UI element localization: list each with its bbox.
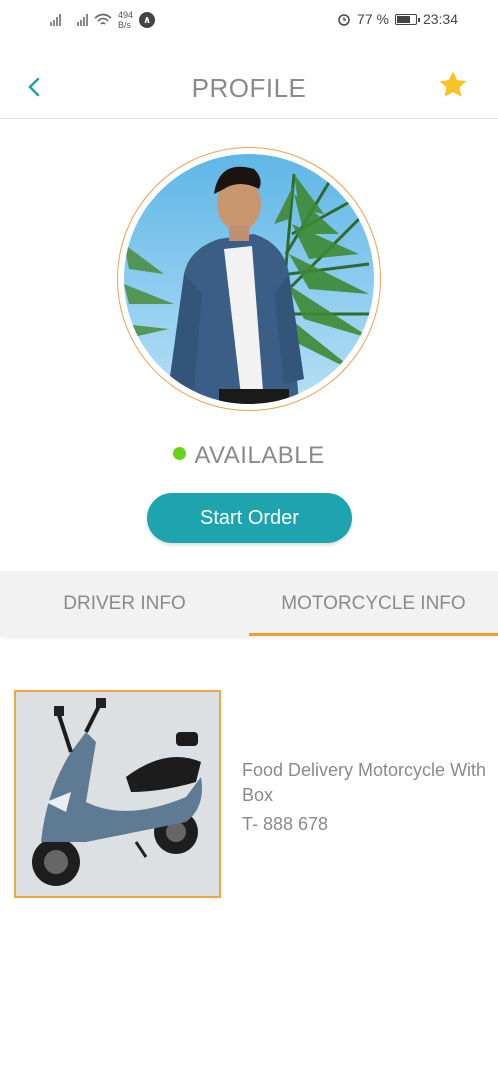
battery-fill: [396, 15, 411, 23]
tab-driver-info[interactable]: DRIVER INFO: [0, 571, 249, 636]
start-order-button[interactable]: Start Order: [147, 493, 352, 543]
vehicle-name: Food Delivery Motorcycle With Box: [242, 760, 487, 805]
signal-icon: [50, 14, 61, 26]
avatar: [124, 154, 374, 404]
avatar-frame: [117, 147, 381, 411]
tab-motorcycle-info[interactable]: MOTORCYCLE INFO: [249, 571, 498, 636]
tab-motorcycle-info-label: MOTORCYCLE INFO: [281, 592, 466, 614]
battery-icon: [394, 13, 420, 25]
app-notification-icon: ∧: [139, 12, 156, 28]
vehicle-info: Food Delivery Motorcycle With Box T- 888…: [242, 758, 487, 837]
availability-dot: [173, 447, 187, 460]
driver-photo: [124, 166, 374, 404]
availability-status: AVAILABLE: [0, 442, 498, 470]
star-icon: [439, 71, 467, 97]
vehicle-card: Food Delivery Motorcycle With Box T- 888…: [14, 690, 487, 900]
status-right: 77 % 23:34: [337, 11, 458, 27]
start-order-label: Start Order: [200, 506, 299, 529]
scooter-photo: [16, 692, 219, 896]
alarm-icon: [338, 14, 350, 26]
availability-label: AVAILABLE: [194, 442, 325, 469]
network-speed: 494 B/s: [118, 10, 133, 30]
network-speed-unit: B/s: [118, 20, 132, 30]
vehicle-image: [14, 690, 221, 898]
info-tabs: DRIVER INFO MOTORCYCLE INFO: [0, 571, 498, 636]
status-bar: 494 B/s ∧ 77 % 23:34: [0, 0, 498, 40]
signal-icon-2: [77, 14, 88, 26]
tab-driver-info-label: DRIVER INFO: [63, 592, 186, 614]
favorite-button[interactable]: [436, 68, 470, 102]
page-title: PROFILE: [191, 73, 307, 103]
vehicle-plate: T- 888 678: [242, 814, 329, 834]
status-left: 494 B/s ∧: [50, 10, 156, 30]
wifi-icon: [94, 13, 112, 25]
clock-time: 23:34: [422, 11, 458, 27]
app-header: PROFILE: [0, 40, 498, 119]
battery-percent: 77 %: [357, 11, 389, 27]
network-speed-value: 494: [118, 10, 134, 20]
